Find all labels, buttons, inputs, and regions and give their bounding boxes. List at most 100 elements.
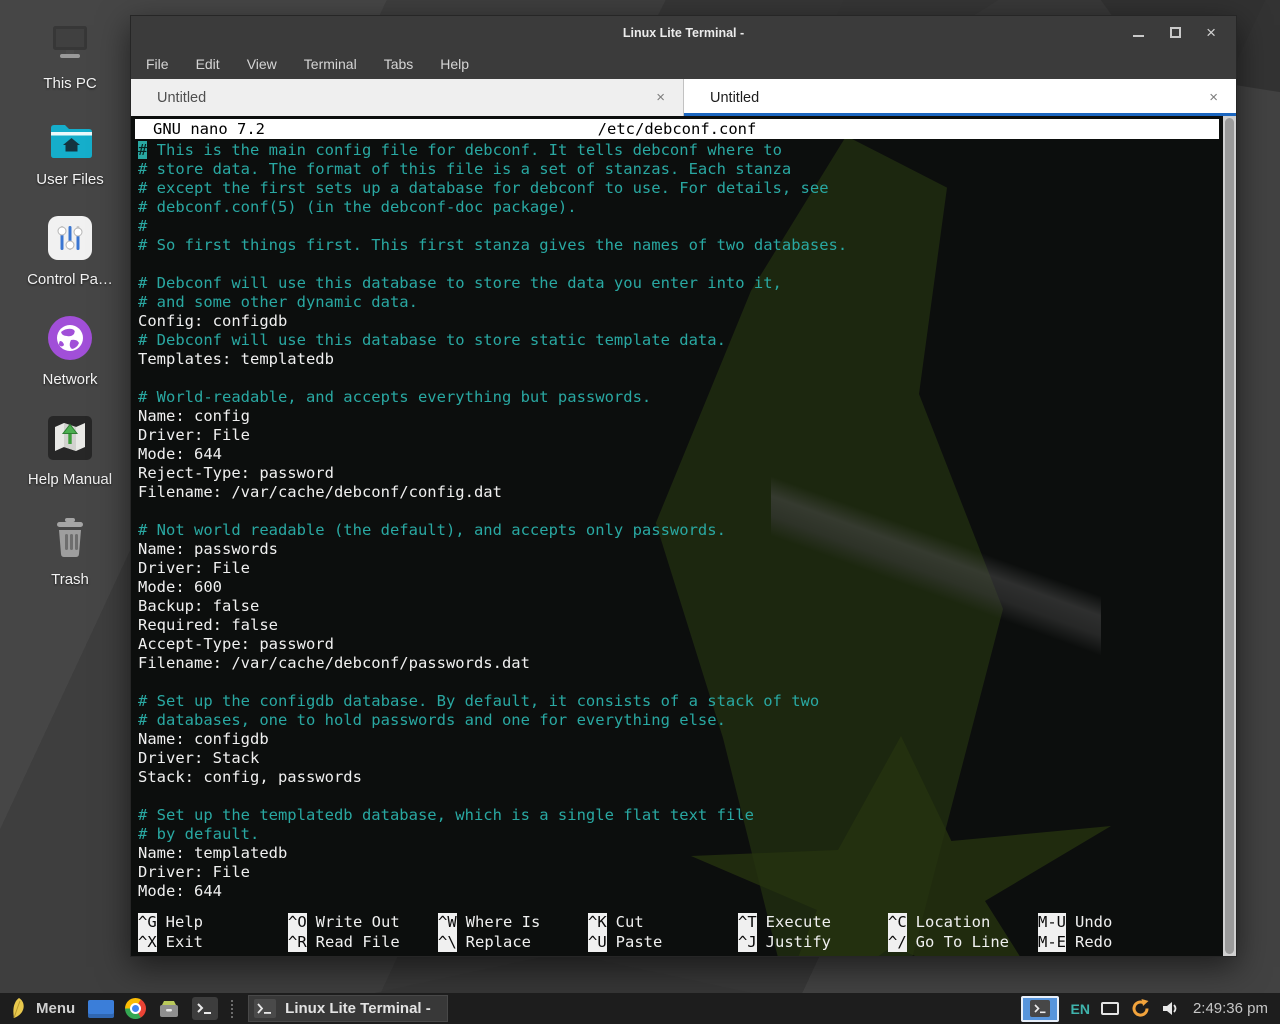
desktop-icon-label: Trash	[51, 571, 89, 588]
desktop-icon-help-manual[interactable]: Help Manual	[5, 414, 135, 488]
tab-close-icon[interactable]: ×	[656, 89, 665, 106]
editor-line: Mode: 600	[138, 578, 1219, 597]
editor-line: # Debconf will use this database to stor…	[138, 331, 1219, 350]
editor-line	[138, 369, 1219, 388]
desktop-icon-label: This PC	[43, 75, 96, 92]
editor-line: Name: config	[138, 407, 1219, 426]
editor-line: Stack: config, passwords	[138, 768, 1219, 787]
nano-shortcut: ^RRead File	[288, 933, 438, 953]
shortcut-label: Location	[916, 913, 991, 933]
shortcut-key: ^G	[138, 913, 157, 933]
keyboard-layout-indicator[interactable]: EN	[1070, 1001, 1089, 1017]
nano-shortcut: ^UPaste	[588, 933, 738, 953]
menu-item-edit[interactable]: Edit	[196, 56, 220, 72]
nano-shortcut: ^G Help	[138, 913, 288, 933]
nano-shortcut: M-E Redo	[1038, 933, 1188, 953]
terminal-launcher-icon[interactable]	[192, 997, 218, 1020]
editor-line: Config: configdb	[138, 312, 1219, 331]
update-notifier-icon[interactable]	[1130, 998, 1151, 1019]
editor-line: Driver: File	[138, 426, 1219, 445]
text-cursor: #	[138, 141, 147, 159]
shortcut-key: ^X	[138, 933, 157, 953]
workspace-pager[interactable]	[88, 1000, 114, 1018]
desktop-icon-network[interactable]: Network	[5, 314, 135, 388]
editor-line: Required: false	[138, 616, 1219, 635]
editor-line: # store data. The format of this file is…	[138, 160, 1219, 179]
shortcut-key: ^/	[888, 933, 907, 953]
terminal-tab-1[interactable]: Untitled ×	[131, 79, 684, 116]
terminal-window-icon	[254, 999, 276, 1018]
shortcut-label: Exit	[166, 933, 203, 953]
icon-trash-icon	[46, 514, 94, 562]
menu-item-tabs[interactable]: Tabs	[384, 56, 414, 72]
shortcut-key: M-E	[1038, 933, 1066, 953]
volume-icon[interactable]	[1162, 1000, 1180, 1017]
tray-terminal-button[interactable]	[1021, 996, 1059, 1022]
taskbar-grip-handle[interactable]	[231, 1000, 235, 1018]
shortcut-key: ^C	[888, 913, 907, 933]
desktop: This PC User Files Control Pa… Network Help …	[0, 0, 1280, 1024]
window-titlebar[interactable]: Linux Lite Terminal - ×	[131, 16, 1236, 49]
desktop-icon-label: Control Pa…	[27, 271, 113, 288]
shortcut-label: Write Out	[316, 913, 400, 933]
scrollbar-thumb[interactable]	[1225, 118, 1234, 954]
desktop-icon-user-files[interactable]: User Files	[5, 118, 135, 188]
shortcut-key: ^J	[738, 933, 757, 953]
editor-line: # Set up the configdb database. By defau…	[138, 692, 1219, 711]
icon-help-manual-icon	[46, 414, 94, 462]
terminal-tab-2[interactable]: Untitled ×	[684, 79, 1236, 116]
window-title: Linux Lite Terminal -	[131, 26, 1236, 40]
shortcut-label: Justify	[766, 933, 831, 953]
shortcut-label: Redo	[1075, 933, 1112, 953]
start-menu-button[interactable]: Menu	[8, 997, 77, 1020]
desktop-icon-label: User Files	[36, 171, 104, 188]
icon-network-icon	[46, 314, 94, 362]
shortcut-key: M-U	[1038, 913, 1066, 933]
shortcut-label: Help	[166, 913, 203, 933]
desktop-icon-control-panel[interactable]: Control Pa…	[5, 214, 135, 288]
terminal-scrollbar[interactable]	[1223, 116, 1236, 956]
menu-bar: File Edit View Terminal Tabs Help	[131, 49, 1236, 79]
chrome-icon[interactable]	[125, 998, 146, 1019]
editor-line: # So first things first. This first stan…	[138, 236, 1219, 255]
shortcut-key: ^O	[288, 913, 307, 933]
nano-shortcut: ^O Write Out	[288, 913, 438, 933]
display-settings-icon[interactable]	[1101, 1002, 1119, 1015]
editor-line: Mode: 644	[138, 445, 1219, 464]
icon-user-files-icon	[45, 118, 95, 162]
menu-item-view[interactable]: View	[247, 56, 277, 72]
desktop-icon-label: Network	[42, 371, 97, 388]
editor-line: Name: templatedb	[138, 844, 1219, 863]
editor-line: # Not world readable (the default), and …	[138, 521, 1219, 540]
maximize-button[interactable]	[1169, 26, 1182, 39]
nano-header: GNU nano 7.2 /etc/debconf.conf	[135, 119, 1219, 139]
editor-line: # and some other dynamic data.	[138, 293, 1219, 312]
minimize-button[interactable]	[1132, 26, 1145, 39]
shortcut-key: ^W	[438, 913, 457, 933]
tab-label: Untitled	[157, 90, 206, 106]
nano-shortcut: M-U Undo	[1038, 913, 1188, 933]
file-manager-icon[interactable]	[157, 998, 181, 1020]
menu-item-help[interactable]: Help	[440, 56, 469, 72]
icon-control-panel-icon	[46, 214, 94, 262]
terminal-viewport[interactable]: GNU nano 7.2 /etc/debconf.conf # This is…	[131, 116, 1236, 956]
menu-item-terminal[interactable]: Terminal	[304, 56, 357, 72]
editor-line: Reject-Type: password	[138, 464, 1219, 483]
desktop-icon-this-pc[interactable]: This PC	[5, 20, 135, 92]
shortcut-label: Cut	[616, 913, 644, 933]
tab-close-icon[interactable]: ×	[1209, 89, 1218, 106]
desktop-icon-trash[interactable]: Trash	[5, 514, 135, 588]
menu-item-file[interactable]: File	[146, 56, 169, 72]
editor-content: # This is the main config file for debco…	[135, 139, 1219, 913]
shortcut-label: Where Is	[466, 913, 541, 933]
close-button[interactable]: ×	[1206, 26, 1216, 39]
clock[interactable]: 2:49:36 pm	[1191, 1000, 1272, 1017]
tab-label: Untitled	[710, 90, 759, 106]
editor-line: Name: passwords	[138, 540, 1219, 559]
nano-shortcut: ^C Location	[888, 913, 1038, 933]
editor-line: # World-readable, and accepts everything…	[138, 388, 1219, 407]
shortcut-label: Undo	[1075, 913, 1112, 933]
taskbar-window-button[interactable]: Linux Lite Terminal -	[248, 995, 448, 1022]
nano-shortcut: ^TExecute	[738, 913, 888, 933]
editor-line: # This is the main config file for debco…	[138, 141, 1219, 160]
